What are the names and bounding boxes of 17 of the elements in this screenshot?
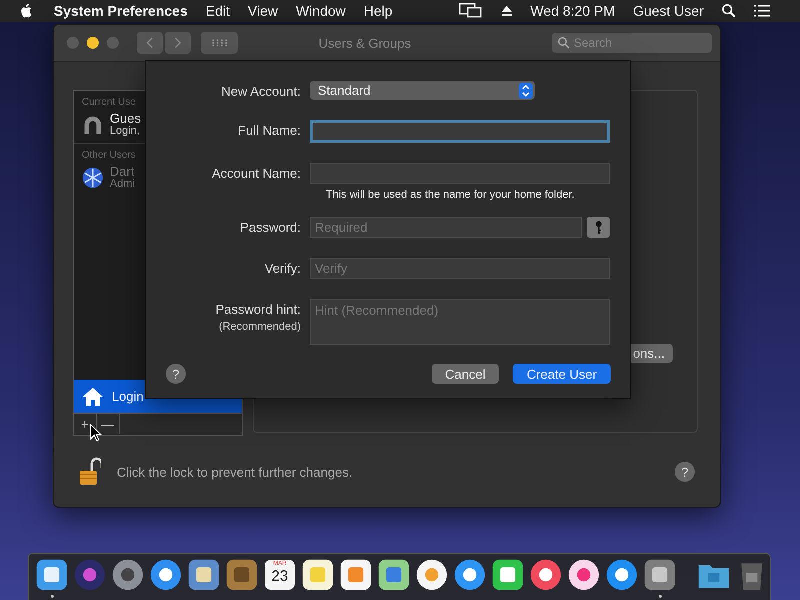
lock-message: Click the lock to prevent further changes. xyxy=(117,464,353,480)
window-title: Users & Groups xyxy=(318,36,412,50)
field-label: Account Name: xyxy=(212,166,301,181)
field-label: Full Name: xyxy=(238,123,301,138)
field-sublabel: (Recommended) xyxy=(219,321,301,333)
calendar-day: 23 xyxy=(272,568,288,586)
user-role: Admi xyxy=(110,178,136,191)
field-label: New Account: xyxy=(222,84,301,99)
user-name: Gues xyxy=(110,112,142,125)
section-heading: Current Use xyxy=(81,97,137,108)
user-name: Dart xyxy=(110,165,136,178)
field-label: Password: xyxy=(240,220,301,235)
field-note: This will be used as the name for your home folder. xyxy=(326,189,575,201)
field-label: Verify: xyxy=(264,261,301,276)
field-label: Password hint: xyxy=(216,302,301,317)
section-heading: Other Users xyxy=(81,150,137,161)
user-role: Login, xyxy=(110,125,141,138)
